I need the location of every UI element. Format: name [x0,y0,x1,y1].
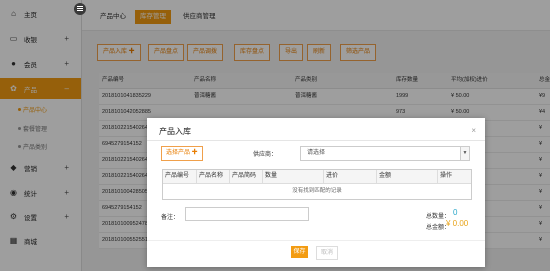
remark-label: 备注： [161,215,180,221]
column-header: 操作 [437,170,472,183]
total-amount-value: ¥ 0.00 [446,219,469,228]
stock-in-items-table: 产品编号 产品名称 产品简码 数量 进价 金额 操作 没有找到匹配的记录 [162,169,472,200]
supplier-select-value: 请选择 [307,150,326,156]
column-header: 产品简码 [229,170,262,183]
column-header: 进价 [323,170,376,183]
dialog-title: 产品入库 [159,127,191,136]
column-header: 金额 [376,170,437,183]
divider [147,140,485,141]
supplier-label: 供应商： [253,152,278,158]
save-button[interactable]: 保存 [291,246,308,258]
supplier-select[interactable]: 请选择 ▼ [300,146,470,161]
column-header: 产品编号 [165,173,190,179]
divider [147,240,485,241]
table-header: 产品编号 产品名称 产品简码 数量 进价 金额 操作 [163,170,471,184]
cancel-button[interactable]: 取消 [316,246,338,260]
chevron-down-icon: ▼ [460,147,469,160]
column-header: 产品名称 [196,170,229,183]
stock-in-dialog: 产品入库 × 选择产品 ✚ 供应商： 请选择 ▼ 产品编号 产品名称 产品简码 … [147,118,485,267]
close-icon[interactable]: × [471,126,476,135]
total-quantity-value: 0 [453,208,458,217]
empty-message: 没有找到匹配的记录 [292,188,342,194]
menu-toggle-icon[interactable] [74,3,86,15]
remark-input[interactable] [185,207,309,221]
column-header: 数量 [262,170,323,183]
select-product-button[interactable]: 选择产品 ✚ [161,146,203,161]
